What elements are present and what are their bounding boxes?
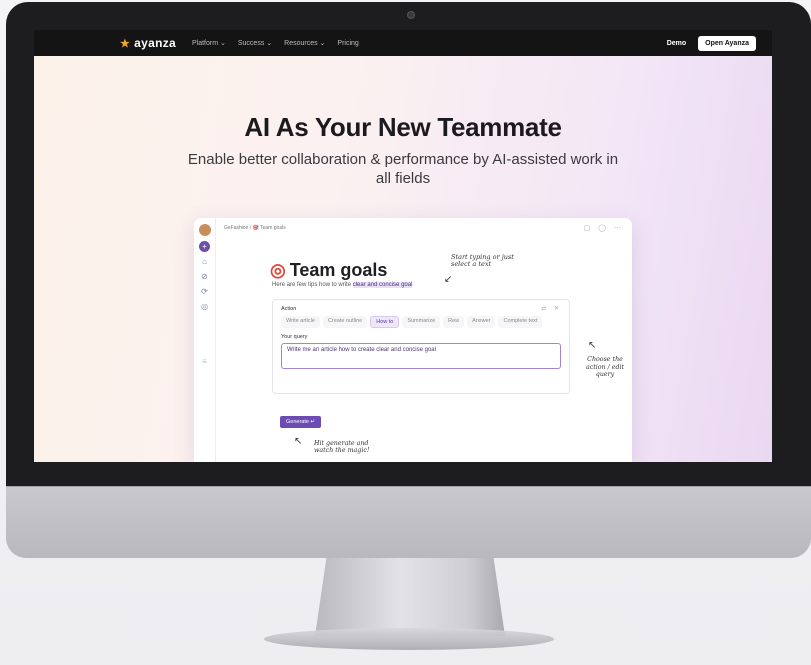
arrow-icon: ↙ bbox=[444, 274, 453, 285]
chip-summarize[interactable]: Summarize bbox=[402, 316, 441, 328]
screen: ★ ayanza Platform ⌄ Success ⌄ Resources … bbox=[34, 30, 772, 462]
action-label: Action bbox=[281, 306, 297, 312]
home-icon[interactable]: ⌂ bbox=[200, 257, 210, 267]
generate-button[interactable]: Generate ↵ bbox=[280, 416, 322, 428]
monitor-base bbox=[264, 628, 554, 650]
panel-controls[interactable]: ⇄ ✕ bbox=[541, 305, 562, 312]
ai-action-panel: Action ⇄ ✕ Write article Create outline … bbox=[272, 299, 570, 394]
open-ayanza-button[interactable]: Open Ayanza bbox=[698, 35, 756, 51]
camera-icon bbox=[407, 11, 415, 19]
doc-title: ◎ Team goals bbox=[270, 260, 387, 281]
monitor-stand bbox=[315, 558, 505, 636]
tips-text[interactable]: Here are few tips how to write clear and… bbox=[272, 282, 413, 288]
avatar[interactable] bbox=[198, 224, 211, 236]
action-chips: Write article Create outline How to Summ… bbox=[281, 316, 561, 328]
query-input[interactable]: Write me an article how to create clear … bbox=[281, 343, 561, 369]
demo-link[interactable]: Demo bbox=[667, 40, 686, 47]
annotation-top: Start typing or just select a text bbox=[451, 253, 514, 268]
check-icon[interactable]: ⊘ bbox=[200, 272, 210, 282]
app-sidebar: + ⌂ ⊘ ⟳ ◎ ≡ bbox=[194, 218, 216, 462]
goal-icon[interactable]: ◎ bbox=[200, 302, 210, 312]
query-label: Your query bbox=[281, 334, 308, 340]
nav-platform[interactable]: Platform ⌄ bbox=[192, 39, 226, 47]
chip-how-to[interactable]: How to bbox=[370, 316, 400, 328]
target-icon: ◎ bbox=[270, 260, 286, 280]
hero-title: AI As Your New Teammate bbox=[244, 112, 562, 142]
nav-pricing[interactable]: Pricing bbox=[337, 40, 358, 47]
toolbar-icons[interactable]: ▢ ◯ ⋯ bbox=[584, 224, 624, 232]
tips-highlight[interactable]: clear and concise goal bbox=[352, 282, 413, 288]
add-icon[interactable]: + bbox=[199, 241, 210, 252]
top-nav: ★ ayanza Platform ⌄ Success ⌄ Resources … bbox=[34, 30, 772, 56]
tips-prefix: Here are few tips how to write bbox=[272, 282, 353, 288]
nav-success[interactable]: Success ⌄ bbox=[238, 39, 272, 47]
nav-resources[interactable]: Resources ⌄ bbox=[284, 39, 325, 47]
breadcrumb[interactable]: GeFashion / 🎯 Team goals bbox=[224, 225, 286, 231]
chip-write-article[interactable]: Write article bbox=[281, 316, 320, 328]
arrow-icon: ↖ bbox=[294, 436, 303, 447]
logo-text: ayanza bbox=[134, 36, 176, 50]
sync-icon[interactable]: ⟳ bbox=[200, 287, 210, 297]
annotation-bottom: Hit generate and watch the magic! bbox=[314, 440, 370, 454]
chip-create-outline[interactable]: Create outline bbox=[322, 316, 368, 328]
collapse-icon[interactable]: ≡ bbox=[200, 357, 210, 367]
doc-title-text: Team goals bbox=[289, 260, 388, 280]
chip-answer[interactable]: Answer bbox=[467, 316, 496, 328]
arrow-icon: ↖ bbox=[588, 340, 597, 351]
annotation-right: Choose the action / edit query bbox=[585, 356, 625, 378]
hero-subtitle: Enable better collaboration & performanc… bbox=[187, 151, 619, 187]
chip-rew[interactable]: Rew bbox=[443, 316, 465, 328]
chip-complete-text[interactable]: Complete text bbox=[498, 316, 543, 328]
star-icon: ★ bbox=[120, 37, 131, 50]
logo[interactable]: ★ ayanza bbox=[120, 36, 176, 50]
app-preview: + ⌂ ⊘ ⟳ ◎ ≡ GeFashion / 🎯 Team goals ▢ ◯… bbox=[194, 218, 632, 462]
monitor-chin bbox=[6, 486, 811, 558]
